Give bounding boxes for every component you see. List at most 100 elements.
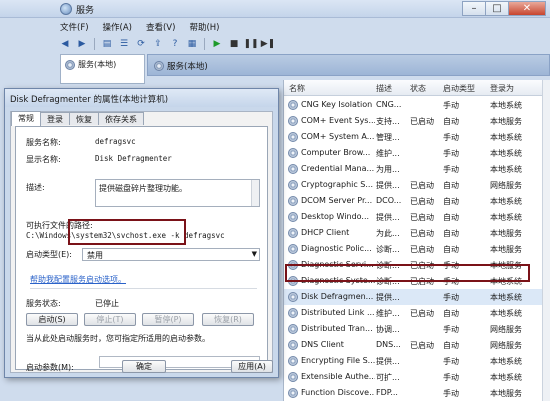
service-logon-cell: 本地系统: [490, 165, 522, 174]
forward-icon[interactable]: ▶: [75, 38, 89, 51]
description-text: 提供磁盘碎片整理功能。: [99, 184, 187, 193]
pause-button[interactable]: 暂停(P): [142, 313, 194, 326]
restart-icon[interactable]: ▶❚: [261, 38, 275, 51]
table-row[interactable]: Computer Brow... 维护... 手动 本地系统: [284, 145, 550, 161]
refresh-icon[interactable]: ⟳: [134, 38, 148, 51]
table-row[interactable]: COM+ System A... 管理... 手动 本地系统: [284, 129, 550, 145]
service-startup-cell: 自动: [443, 213, 459, 222]
service-logon-cell: 本地系统: [490, 133, 522, 142]
service-name-cell: Distributed Link ...: [301, 308, 375, 317]
service-description-cell: DCO...: [376, 196, 402, 205]
minimize-button[interactable]: –: [462, 1, 486, 16]
gear-icon: [154, 61, 164, 71]
highlight-box-startup-type: [68, 219, 186, 245]
ok-button[interactable]: 确定: [122, 360, 166, 373]
gear-icon: [288, 388, 298, 398]
service-name-value: defragsvc: [95, 137, 136, 146]
table-row[interactable]: Diagnostic Polic... 诊断... 已启动 自动 本地服务: [284, 241, 550, 257]
panel-title-label: 服务(本地): [167, 62, 208, 72]
dialog-title-bar: Disk Defragmenter 的属性(本地计算机): [5, 89, 278, 107]
service-name-cell: Diagnostic Polic...: [301, 244, 372, 253]
gear-icon: [288, 340, 298, 350]
vertical-scrollbar[interactable]: [542, 80, 550, 401]
description-box[interactable]: 提供磁盘碎片整理功能。: [95, 179, 260, 207]
gear-icon: [288, 132, 298, 142]
tab-dependencies[interactable]: 依存关系: [98, 112, 144, 125]
service-status-cell: 已启动: [410, 181, 434, 190]
table-row[interactable]: Distributed Link ... 维护... 已启动 自动 本地系统: [284, 305, 550, 321]
table-row[interactable]: Disk Defragmen... 提供... 手动 本地系统: [284, 289, 550, 305]
description-scrollbar[interactable]: [251, 180, 259, 206]
close-button[interactable]: ✕: [508, 1, 546, 16]
column-status[interactable]: 状态: [410, 83, 426, 94]
table-row[interactable]: Encrypting File S... 提供... 手动 本地系统: [284, 353, 550, 369]
menu-action[interactable]: 操作(A): [101, 20, 134, 34]
service-description-cell: 提供...: [376, 213, 400, 222]
service-status-cell: 已启动: [410, 197, 434, 206]
table-row[interactable]: Distributed Tran... 协调... 手动 网络服务: [284, 321, 550, 337]
service-startup-cell: 手动: [443, 293, 459, 302]
gear-icon: [288, 212, 298, 222]
column-name[interactable]: 名称: [289, 83, 305, 94]
menu-help[interactable]: 帮助(H): [187, 20, 221, 34]
apply-button[interactable]: 应用(A): [231, 360, 273, 373]
service-name-cell: Desktop Windo...: [301, 212, 370, 221]
table-row[interactable]: DHCP Client 为此... 已启动 自动 本地服务: [284, 225, 550, 241]
service-name-cell: DHCP Client: [301, 228, 350, 237]
menu-view[interactable]: 查看(V): [144, 20, 177, 34]
table-row[interactable]: Function Discove... FDP... 手动 本地服务: [284, 385, 550, 401]
table-row[interactable]: Desktop Windo... 提供... 已启动 自动 本地系统: [284, 209, 550, 225]
tab-recovery[interactable]: 恢复: [69, 112, 99, 125]
menu-file[interactable]: 文件(F): [58, 20, 91, 34]
table-row[interactable]: DNS Client DNS... 已启动 自动 网络服务: [284, 337, 550, 353]
column-startup-type[interactable]: 启动类型: [443, 83, 475, 94]
stop-icon[interactable]: ■: [227, 38, 241, 51]
service-startup-cell: 自动: [443, 245, 459, 254]
stop-button[interactable]: 停止(T): [84, 313, 136, 326]
tree-node-services-local[interactable]: 服务(本地): [65, 59, 116, 70]
help-icon[interactable]: ?: [168, 38, 182, 51]
table-row[interactable]: DCOM Server Pr... DCO... 已启动 自动 本地系统: [284, 193, 550, 209]
tab-logon[interactable]: 登录: [40, 112, 70, 125]
table-row[interactable]: CNG Key Isolation CNG... 手动 本地系统: [284, 97, 550, 113]
services-list: 名称 描述 状态 启动类型 登录为 CNG Key Isolation CNG..…: [283, 80, 550, 401]
show-tree-icon[interactable]: ▤: [100, 38, 114, 51]
help-configure-link[interactable]: 帮助我配置服务启动选项。: [30, 274, 126, 285]
column-log-on-as[interactable]: 登录为: [490, 83, 514, 94]
table-row[interactable]: Extensible Authe... 可扩... 手动 本地系统: [284, 369, 550, 385]
resume-button[interactable]: 恢复(R): [202, 313, 254, 326]
toolbar-divider: [94, 38, 95, 50]
tab-general[interactable]: 常规: [11, 111, 41, 126]
table-row[interactable]: COM+ Event Sys... 支持... 已启动 自动 本地服务: [284, 113, 550, 129]
list-icon[interactable]: ☰: [117, 38, 131, 51]
gear-icon: [288, 116, 298, 126]
gear-icon: [288, 308, 298, 318]
service-status-cell: 已启动: [410, 117, 434, 126]
properties-icon[interactable]: ▦: [185, 38, 199, 51]
maximize-button[interactable]: □: [485, 1, 509, 16]
startup-type-select[interactable]: 禁用 ▼: [82, 248, 260, 261]
column-description[interactable]: 描述: [376, 83, 392, 94]
export-icon[interactable]: ⇪: [151, 38, 165, 51]
back-icon[interactable]: ◀: [58, 38, 72, 51]
pause-icon[interactable]: ❚❚: [243, 38, 258, 51]
service-status-cell: 已启动: [410, 309, 434, 318]
table-row[interactable]: Credential Mana... 为用... 手动 本地系统: [284, 161, 550, 177]
service-startup-cell: 自动: [443, 181, 459, 190]
services-app-icon: [60, 3, 72, 15]
service-description-cell: 为此...: [376, 229, 400, 238]
gear-icon: [288, 324, 298, 334]
service-name-cell: Credential Mana...: [301, 164, 375, 173]
service-name-cell: Disk Defragmen...: [301, 292, 374, 301]
menu-bar: 文件(F) 操作(A) 查看(V) 帮助(H): [58, 20, 221, 34]
service-logon-cell: 本地服务: [490, 117, 522, 126]
column-headers: 名称 描述 状态 启动类型 登录为: [284, 80, 550, 96]
gear-icon: [288, 180, 298, 190]
table-row[interactable]: Cryptographic S... 提供... 已启动 自动 网络服务: [284, 177, 550, 193]
service-description-cell: 提供...: [376, 357, 400, 366]
service-startup-cell: 手动: [443, 101, 459, 110]
service-logon-cell: 本地系统: [490, 309, 522, 318]
service-name-cell: CNG Key Isolation: [301, 100, 373, 109]
start-button[interactable]: 启动(S): [26, 313, 78, 326]
play-icon[interactable]: ▶: [210, 38, 224, 51]
